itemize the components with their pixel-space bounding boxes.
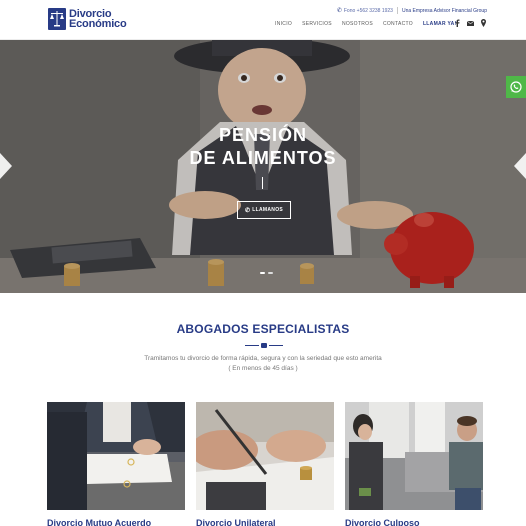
main-nav: INICIO SERVICIOS NOSOTROS CONTACTO LLAMA… (275, 21, 467, 27)
card-title-mutuo-acuerdo[interactable]: Divorcio Mutuo Acuerdo (47, 518, 151, 526)
map-pin-icon[interactable] (479, 19, 487, 27)
hero-slider[interactable]: PENSIÓN DE ALIMENTOS ✆ LLAMANOS (0, 40, 526, 293)
phone-icon: ✆ (336, 8, 342, 14)
section-title: ABOGADOS ESPECIALISTAS (176, 322, 350, 336)
scales-icon (48, 8, 66, 30)
slider-dot-1[interactable] (260, 272, 265, 274)
nav-item-nosotros[interactable]: NOSOTROS (342, 21, 373, 27)
section-divider (245, 343, 283, 348)
phone-icon: ✆ (244, 207, 251, 214)
card-title-culposo[interactable]: Divorcio Culposo (345, 518, 420, 526)
social-icons (453, 19, 492, 27)
section-desc-line1: Tramitamos tu divorcio de forma rápida, … (144, 355, 382, 362)
nav-cta-llamar[interactable]: LLAMAR YA! (423, 21, 457, 27)
mail-icon[interactable] (466, 19, 474, 27)
llamanos-button-label: LLAMANOS (252, 207, 284, 213)
slider-next-arrow[interactable] (514, 153, 526, 179)
nav-item-contacto[interactable]: CONTACTO (383, 21, 413, 27)
whatsapp-button[interactable] (506, 76, 526, 98)
nav-item-inicio[interactable]: INICIO (275, 21, 292, 27)
divider-line-left (245, 345, 259, 346)
llamanos-button[interactable]: ✆ LLAMANOS (237, 201, 291, 219)
facebook-icon[interactable] (453, 19, 461, 27)
topbar-tagline[interactable]: Una Empresa Advisor Financial Group (402, 8, 487, 14)
card-image-culposo[interactable] (345, 402, 483, 510)
topbar: ✆ Fono +562 3238 1923 Una Empresa Adviso… (337, 7, 487, 14)
nav-item-servicios[interactable]: SERVICIOS (302, 21, 332, 27)
brand-name-line2: Económico (69, 18, 127, 30)
brand-logo[interactable]: Divorcio Económico (48, 8, 127, 30)
whatsapp-icon (510, 81, 522, 93)
hero-divider-line (262, 177, 263, 189)
card-image-mutuo-acuerdo[interactable] (47, 402, 185, 510)
site-header: Divorcio Económico ✆ Fono +562 3238 1923… (0, 0, 526, 40)
topbar-separator (396, 7, 398, 14)
slider-dots (260, 272, 276, 274)
topbar-phone[interactable]: Fono +562 3238 1923 (344, 8, 393, 14)
section-desc-line2: ( En menos de 45 días ) (228, 365, 298, 372)
divider-line-right (269, 345, 283, 346)
section-description: Tramitamos tu divorcio de forma rápida, … (0, 354, 526, 374)
slider-dot-2[interactable] (268, 272, 273, 274)
card-image-unilateral[interactable] (196, 402, 334, 510)
slider-prev-arrow[interactable] (0, 153, 12, 179)
hero-title-line1: PENSIÓN (218, 125, 308, 145)
briefcase-icon (261, 343, 267, 348)
card-title-unilateral[interactable]: Divorcio Unilateral (196, 518, 276, 526)
hero-title-line2: DE ALIMENTOS (189, 148, 337, 168)
